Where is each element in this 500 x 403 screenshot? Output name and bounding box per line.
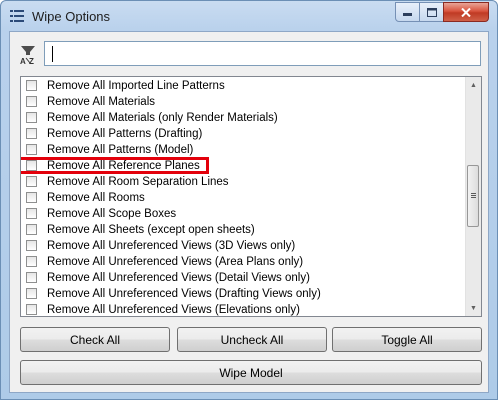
list-item[interactable]: Remove All Unreferenced Views (Area Plan… (21, 255, 466, 271)
list-item-label: Remove All Materials (47, 96, 156, 108)
list-item-label: Remove All Unreferenced Views (Area Plan… (47, 256, 304, 268)
svg-text:Z: Z (29, 57, 34, 65)
list-item[interactable]: Remove All Unreferenced Views (Drafting … (21, 287, 466, 303)
wipe-options-list[interactable]: Remove All Imported Line Patterns Remove … (20, 76, 482, 317)
maximize-button[interactable] (419, 2, 444, 22)
grip-icon (471, 193, 476, 194)
search-box[interactable] (44, 41, 481, 66)
vertical-scrollbar[interactable]: ▲ ▼ (465, 77, 481, 316)
list-item-label: Remove All Scope Boxes (47, 208, 177, 220)
list-item-label: Remove All Unreferenced Views (Elevation… (47, 304, 300, 316)
checkbox[interactable] (26, 80, 37, 91)
svg-text:A: A (20, 57, 26, 65)
scroll-up-arrow-icon[interactable]: ▲ (466, 77, 481, 93)
list-item[interactable]: Remove All Unreferenced Views (Elevation… (21, 303, 466, 316)
list-item[interactable]: Remove All Materials (only Render Materi… (21, 111, 466, 127)
scrollbar-thumb[interactable] (467, 165, 479, 227)
list-item-label: Remove All Patterns (Drafting) (47, 128, 203, 140)
checkbox[interactable] (26, 112, 37, 123)
minimize-button[interactable] (395, 2, 420, 22)
list-item[interactable]: Remove All Patterns (Drafting) (21, 127, 466, 143)
uncheck-all-button[interactable]: Uncheck All (177, 327, 327, 352)
checkbox[interactable] (26, 96, 37, 107)
list-item-label: Remove All Rooms (47, 192, 145, 204)
list-item-label: Remove All Unreferenced Views (3D Views … (47, 240, 296, 252)
list-item[interactable]: Remove All Imported Line Patterns (21, 79, 466, 95)
list-item[interactable]: Remove All Room Separation Lines (21, 175, 466, 191)
list-item[interactable]: Remove All Unreferenced Views (Detail Vi… (21, 271, 466, 287)
checkbox[interactable] (26, 256, 37, 267)
close-icon (461, 7, 471, 17)
maximize-icon (426, 7, 437, 17)
list-item[interactable]: Remove All Sheets (except open sheets) (21, 223, 466, 239)
list-item-label: Remove All Patterns (Model) (47, 144, 194, 156)
search-input[interactable] (49, 44, 469, 63)
dialog-content: A Z Remove All Imported Line Patterns Rem… (9, 31, 489, 393)
close-button[interactable] (443, 2, 489, 22)
title-bar[interactable]: Wipe Options (1, 1, 497, 31)
checkbox[interactable] (26, 128, 37, 139)
check-all-button[interactable]: Check All (20, 327, 170, 352)
checkbox[interactable] (26, 176, 37, 187)
checkbox[interactable] (26, 304, 37, 315)
list-item[interactable]: Remove All Unreferenced Views (3D Views … (21, 239, 466, 255)
list-item-label: Remove All Materials (only Render Materi… (47, 112, 278, 124)
list-icon (10, 10, 24, 22)
minimize-icon (403, 13, 412, 16)
list-item[interactable]: Remove All Rooms (21, 191, 466, 207)
highlight-box (21, 157, 209, 174)
toggle-all-button[interactable]: Toggle All (332, 327, 482, 352)
list-item-label: Remove All Unreferenced Views (Drafting … (47, 288, 321, 300)
checkbox[interactable] (26, 288, 37, 299)
list-item[interactable]: Remove All Materials (21, 95, 466, 111)
text-caret (52, 46, 53, 62)
list-item-label: Remove All Unreferenced Views (Detail Vi… (47, 272, 310, 284)
checkbox[interactable] (26, 224, 37, 235)
wipe-model-button[interactable]: Wipe Model (20, 360, 482, 385)
list-item-label: Remove All Sheets (except open sheets) (47, 224, 255, 236)
checkbox[interactable] (26, 208, 37, 219)
list-rows: Remove All Imported Line Patterns Remove … (21, 79, 466, 316)
checkbox[interactable] (26, 272, 37, 283)
sort-az-filter-icon[interactable]: A Z (20, 45, 38, 65)
list-item-label: Remove All Room Separation Lines (47, 176, 229, 188)
checkbox[interactable] (26, 144, 37, 155)
list-item[interactable]: Remove All Scope Boxes (21, 207, 466, 223)
window-title: Wipe Options (32, 9, 111, 24)
scroll-down-arrow-icon[interactable]: ▼ (466, 300, 481, 316)
list-item[interactable]: Remove All Reference Planes (21, 157, 466, 175)
list-item-label: Remove All Imported Line Patterns (47, 80, 225, 92)
checkbox[interactable] (26, 240, 37, 251)
checkbox[interactable] (26, 192, 37, 203)
wipe-options-window: Wipe Options A Z Remove All Imported Lin… (0, 0, 498, 400)
